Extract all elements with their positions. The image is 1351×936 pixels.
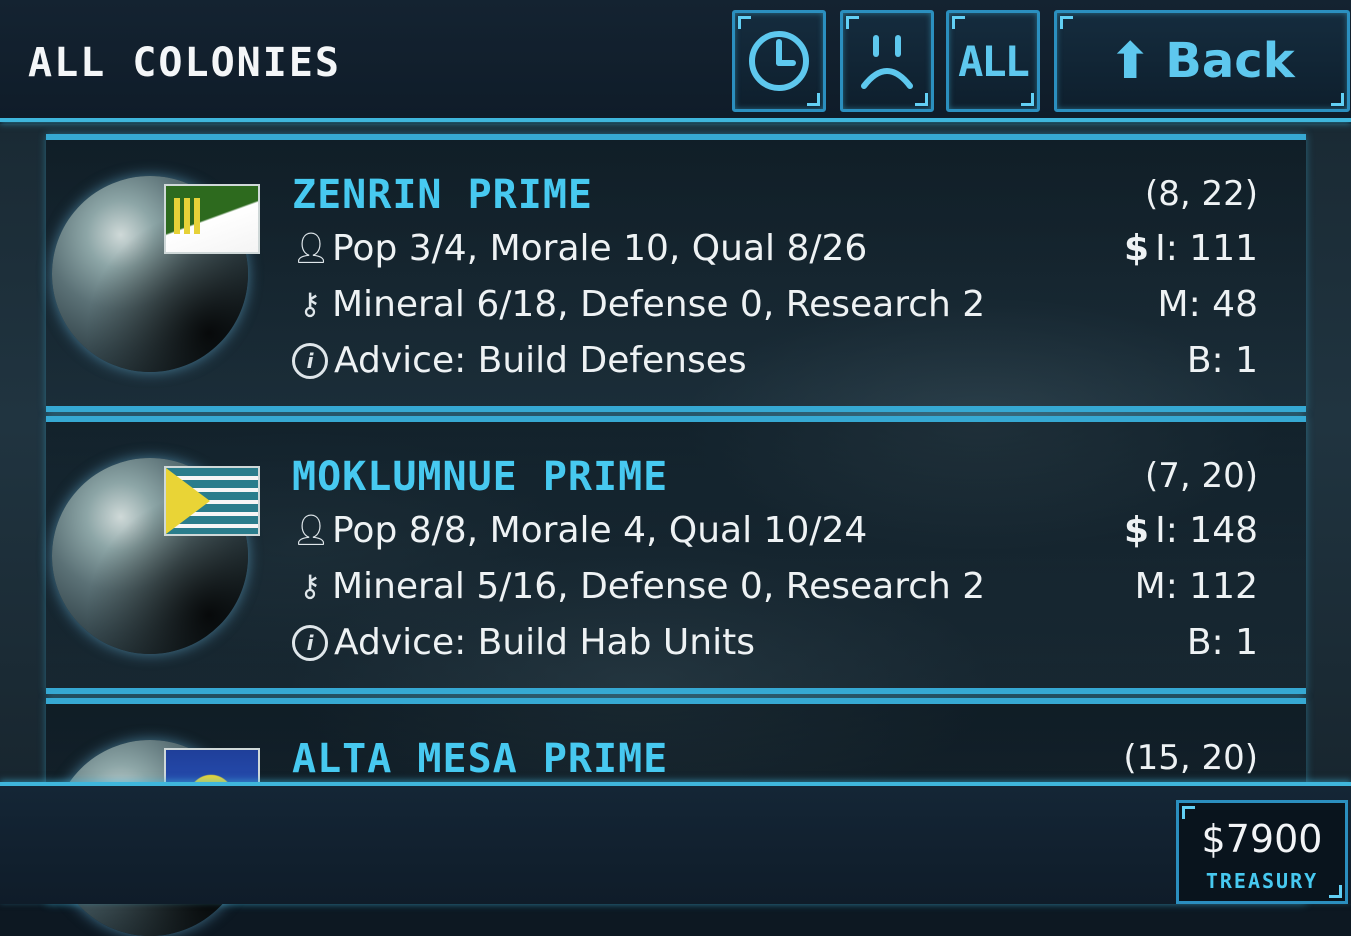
show-all-button[interactable]: ALL — [946, 10, 1040, 112]
dollar-icon: $ — [1124, 228, 1150, 269]
dollar-icon: $ — [1124, 510, 1150, 551]
income-stat: $ I: 111 — [1124, 228, 1258, 269]
advice-line: i Advice: Build Hab Units — [292, 622, 755, 663]
mineral-stat: M: 112 — [1134, 566, 1258, 607]
population-line: 👤︎ Pop 8/8, Morale 4, Qual 10/24 — [292, 510, 868, 551]
build-stat: B: 1 — [1186, 340, 1258, 381]
colony-card[interactable]: ZENRIN PRIME (8, 22) 👤︎ Pop 3/4, Morale … — [46, 134, 1306, 412]
info-icon: i — [292, 342, 328, 379]
colony-coordinates: (8, 22) — [1144, 174, 1258, 214]
bottom-bar: $7900 TREASURY — [0, 782, 1351, 904]
population-line: 👤︎ Pop 3/4, Morale 10, Qual 8/26 — [292, 228, 868, 269]
colony-name: MOKLUMNUE PRIME — [292, 454, 669, 500]
back-button[interactable]: ⬆ Back — [1054, 10, 1350, 112]
colony-flag — [164, 466, 260, 536]
income-stat: $ I: 148 — [1124, 510, 1258, 551]
up-arrow-icon: ⬆ — [1109, 32, 1152, 90]
build-stat: B: 1 — [1186, 622, 1258, 663]
info-icon: i — [292, 624, 328, 661]
person-icon: 👤︎ — [292, 513, 331, 548]
sad-face-icon — [861, 35, 913, 89]
top-bar: ALL COLONIES ALL ⬆ Back — [0, 0, 1351, 122]
colony-coordinates: (7, 20) — [1144, 456, 1258, 496]
resource-line: ⚷ Mineral 5/16, Defense 0, Research 2 — [292, 566, 985, 607]
mineral-icon: ⚷ — [299, 287, 321, 322]
treasury-amount: $7900 — [1201, 817, 1323, 861]
back-label: Back — [1165, 33, 1295, 89]
advice-line: i Advice: Build Defenses — [292, 340, 747, 381]
page-title: ALL COLONIES — [28, 40, 341, 86]
treasury-panel[interactable]: $7900 TREASURY — [1176, 800, 1348, 904]
treasury-label: TREASURY — [1205, 869, 1319, 893]
mineral-icon: ⚷ — [299, 569, 321, 604]
sort-by-time-button[interactable] — [732, 10, 826, 112]
mineral-stat: M: 48 — [1157, 284, 1258, 325]
sort-by-morale-button[interactable] — [840, 10, 934, 112]
colony-card[interactable]: MOKLUMNUE PRIME (7, 20) 👤︎ Pop 8/8, Mora… — [46, 416, 1306, 694]
colony-flag — [164, 184, 260, 254]
clock-icon — [749, 31, 809, 91]
resource-line: ⚷ Mineral 6/18, Defense 0, Research 2 — [292, 284, 985, 325]
person-icon: 👤︎ — [292, 231, 331, 266]
colony-name: ALTA MESA PRIME — [292, 736, 669, 782]
colony-name: ZENRIN PRIME — [292, 172, 593, 218]
colony-coordinates: (15, 20) — [1123, 738, 1258, 778]
